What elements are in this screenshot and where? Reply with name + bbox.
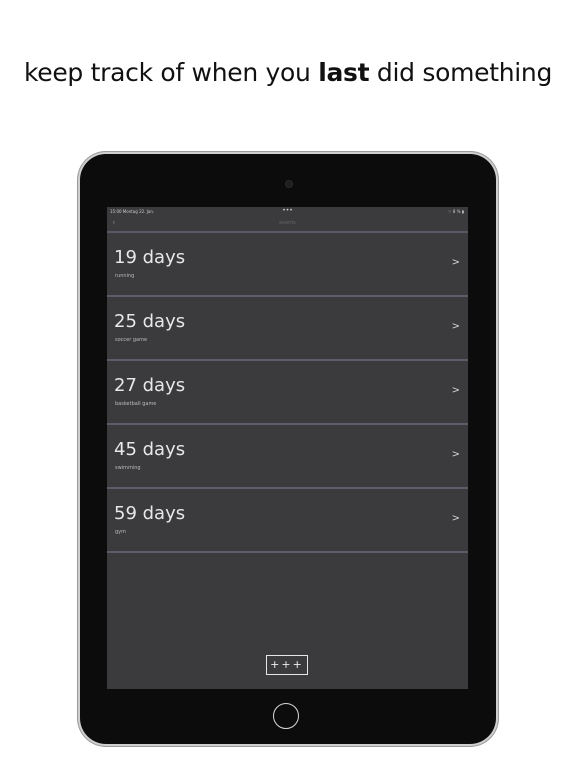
list-item[interactable]: 25 days soccer game >	[107, 297, 468, 361]
activity-name: basketball game	[115, 401, 157, 407]
headline-before: keep track of when you	[23, 58, 319, 87]
days-since: 59 days	[114, 503, 186, 524]
chevron-right-icon: >	[451, 449, 460, 460]
status-dots: •••	[282, 207, 293, 214]
home-button-icon[interactable]	[273, 703, 299, 729]
activity-name: gym	[115, 529, 127, 535]
activity-name: swimming	[115, 465, 141, 471]
headline-after: did something	[369, 58, 553, 87]
headline: keep track of when you last did somethin…	[0, 58, 576, 87]
list-item[interactable]: 59 days gym >	[107, 489, 468, 553]
app-screen: 15:00 Montag 22. Jan. ••• ⌔ 8 % ▮ ‹ even…	[107, 207, 468, 689]
activity-name: running	[115, 273, 135, 279]
list-item[interactable]: 19 days running >	[107, 233, 468, 297]
ipad-frame: 15:00 Montag 22. Jan. ••• ⌔ 8 % ▮ ‹ even…	[80, 154, 496, 744]
status-bar: 15:00 Montag 22. Jan. ••• ⌔ 8 % ▮	[107, 207, 468, 216]
chevron-right-icon: >	[451, 385, 460, 396]
nav-title: events	[279, 220, 296, 226]
headline-emphasis: last	[318, 58, 370, 87]
event-list: 19 days running > 25 days soccer game > …	[107, 233, 468, 553]
days-since: 25 days	[114, 311, 186, 332]
days-since: 27 days	[114, 375, 186, 396]
list-item[interactable]: 27 days basketball game >	[107, 361, 468, 425]
list-item[interactable]: 45 days swimming >	[107, 425, 468, 489]
camera-icon	[285, 180, 293, 188]
chevron-right-icon: >	[451, 321, 460, 332]
days-since: 19 days	[114, 247, 186, 268]
activity-name: soccer game	[115, 337, 148, 343]
chevron-right-icon: >	[451, 257, 460, 268]
days-since: 45 days	[114, 439, 186, 460]
nav-bar: ‹ events	[107, 216, 468, 233]
add-event-button[interactable]: +++	[266, 655, 308, 675]
chevron-right-icon: >	[451, 513, 460, 524]
status-battery: ⌔ 8 % ▮	[447, 209, 464, 214]
